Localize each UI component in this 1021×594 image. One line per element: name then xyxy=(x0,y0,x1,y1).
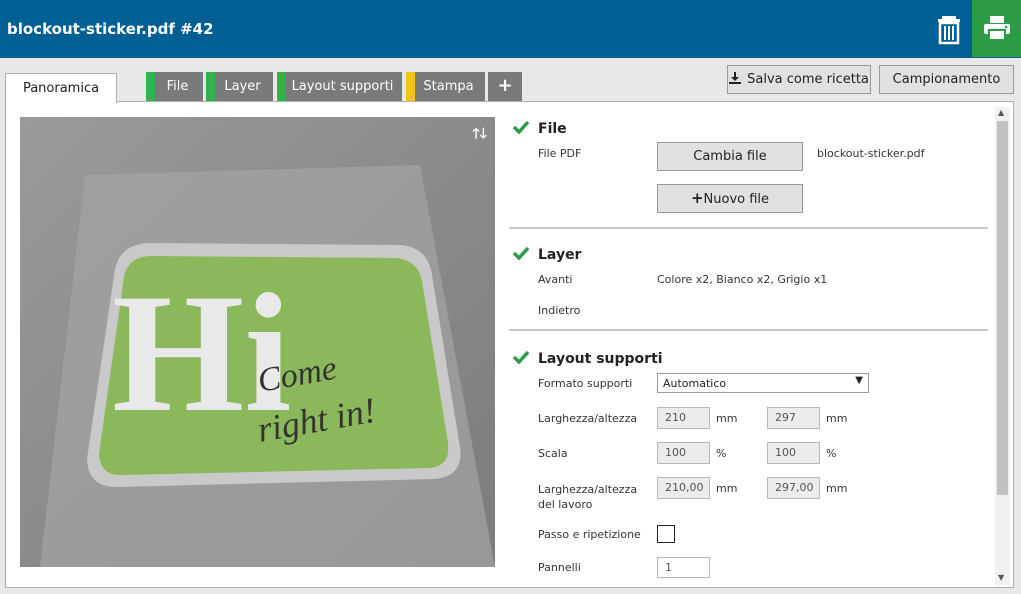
save-recipe-label: Salva come ricetta xyxy=(747,72,869,87)
width-unit: mm xyxy=(716,412,738,425)
tab-print[interactable]: Stampa xyxy=(406,72,485,101)
height-unit: mm xyxy=(826,412,848,425)
plus-icon: + xyxy=(497,75,513,96)
tab-overview[interactable]: Panoramica xyxy=(5,73,117,103)
tab-file[interactable]: File xyxy=(146,72,203,101)
scrollbar-thumb[interactable] xyxy=(997,121,1008,495)
front-layers-value: Colore x2, Bianco x2, Grigio x1 xyxy=(657,273,828,286)
media-format-value: Automatico xyxy=(663,377,727,390)
arrow-down-icon[interactable]: 🡓 xyxy=(480,126,487,142)
size-label: Larghezza/altezza xyxy=(538,412,638,425)
tab-layer-label: Layer xyxy=(224,79,261,94)
job-height-input[interactable]: 297,00 xyxy=(767,477,820,499)
tab-media-label: Layout supporti xyxy=(291,79,394,94)
change-file-button[interactable]: Cambia file xyxy=(657,142,803,171)
scroll-up-icon[interactable]: ▲ xyxy=(998,108,1004,117)
front-label: Avanti xyxy=(538,273,573,286)
scroll-down-icon[interactable]: ▼ xyxy=(998,573,1004,582)
tab-media-status xyxy=(277,72,286,101)
print-button[interactable] xyxy=(972,0,1021,57)
sampling-label: Campionamento xyxy=(892,72,1001,87)
media-format-label: Formato supporti xyxy=(538,377,633,390)
layer-section-title: Layer xyxy=(538,247,582,263)
tab-file-status xyxy=(146,72,155,101)
plus-icon: + xyxy=(690,189,704,207)
pdf-filename: blockout-sticker.pdf xyxy=(817,147,925,160)
new-file-button[interactable]: +Nuovo file xyxy=(657,184,803,213)
download-icon xyxy=(729,72,742,84)
printer-icon xyxy=(984,16,1010,40)
tab-print-label: Stampa xyxy=(423,79,474,94)
panels-input[interactable]: 1 xyxy=(657,557,710,578)
print-preview[interactable]: Hi Come right in! 🡑🡓 xyxy=(20,117,495,567)
tab-file-label: File xyxy=(166,79,189,94)
job-size-label: Larghezza/altezza del lavoro xyxy=(538,483,638,511)
job-width-unit: mm xyxy=(716,482,738,495)
height-input[interactable]: 297 xyxy=(767,407,820,429)
tab-layer-status xyxy=(206,72,215,101)
tab-add-button[interactable]: + xyxy=(488,72,522,101)
scrollbar[interactable]: ▲ ▼ xyxy=(995,107,1010,585)
scale-x-input[interactable]: 100 xyxy=(657,442,710,464)
new-file-label: Nuovo file xyxy=(703,192,770,207)
tab-layer[interactable]: Layer xyxy=(206,72,273,101)
job-width-input[interactable]: 210,00 xyxy=(657,477,710,499)
check-icon xyxy=(512,120,530,134)
media-section-title: Layout supporti xyxy=(538,351,663,367)
step-repeat-checkbox[interactable] xyxy=(657,525,675,543)
job-height-unit: mm xyxy=(826,482,848,495)
pdf-file-label: File PDF xyxy=(538,147,582,160)
step-repeat-label: Passo e ripetizione xyxy=(538,528,641,541)
panels-label: Pannelli xyxy=(538,561,581,574)
sampling-button[interactable]: Campionamento xyxy=(879,65,1014,94)
sticker-preview-image: Hi Come right in! xyxy=(20,117,495,567)
back-label: Indietro xyxy=(538,304,581,317)
scale-label: Scala xyxy=(538,447,568,460)
delete-button[interactable] xyxy=(930,10,968,48)
divider xyxy=(509,227,988,229)
arrow-up-icon[interactable]: 🡑 xyxy=(472,126,479,142)
job-title: blockout-sticker.pdf #42 xyxy=(7,20,214,38)
dropdown-caret-icon: ▼ xyxy=(855,375,863,386)
flip-arrows[interactable]: 🡑🡓 xyxy=(472,123,487,147)
trash-icon xyxy=(938,16,960,45)
divider xyxy=(509,329,988,331)
check-icon xyxy=(512,350,530,364)
tab-overview-label: Panoramica xyxy=(22,81,100,96)
width-input[interactable]: 210 xyxy=(657,407,710,429)
scale-y-input[interactable]: 100 xyxy=(767,442,820,464)
check-icon xyxy=(512,246,530,260)
tab-print-status xyxy=(406,72,415,101)
file-section-title: File xyxy=(538,121,567,137)
title-bar: blockout-sticker.pdf #42 xyxy=(0,0,1021,58)
scale-y-unit: % xyxy=(826,447,837,460)
save-recipe-button[interactable]: Salva come ricetta xyxy=(727,65,871,94)
tab-media-layout[interactable]: Layout supporti xyxy=(277,72,402,101)
media-format-select[interactable]: Automatico ▼ xyxy=(657,373,869,393)
scale-x-unit: % xyxy=(716,447,727,460)
